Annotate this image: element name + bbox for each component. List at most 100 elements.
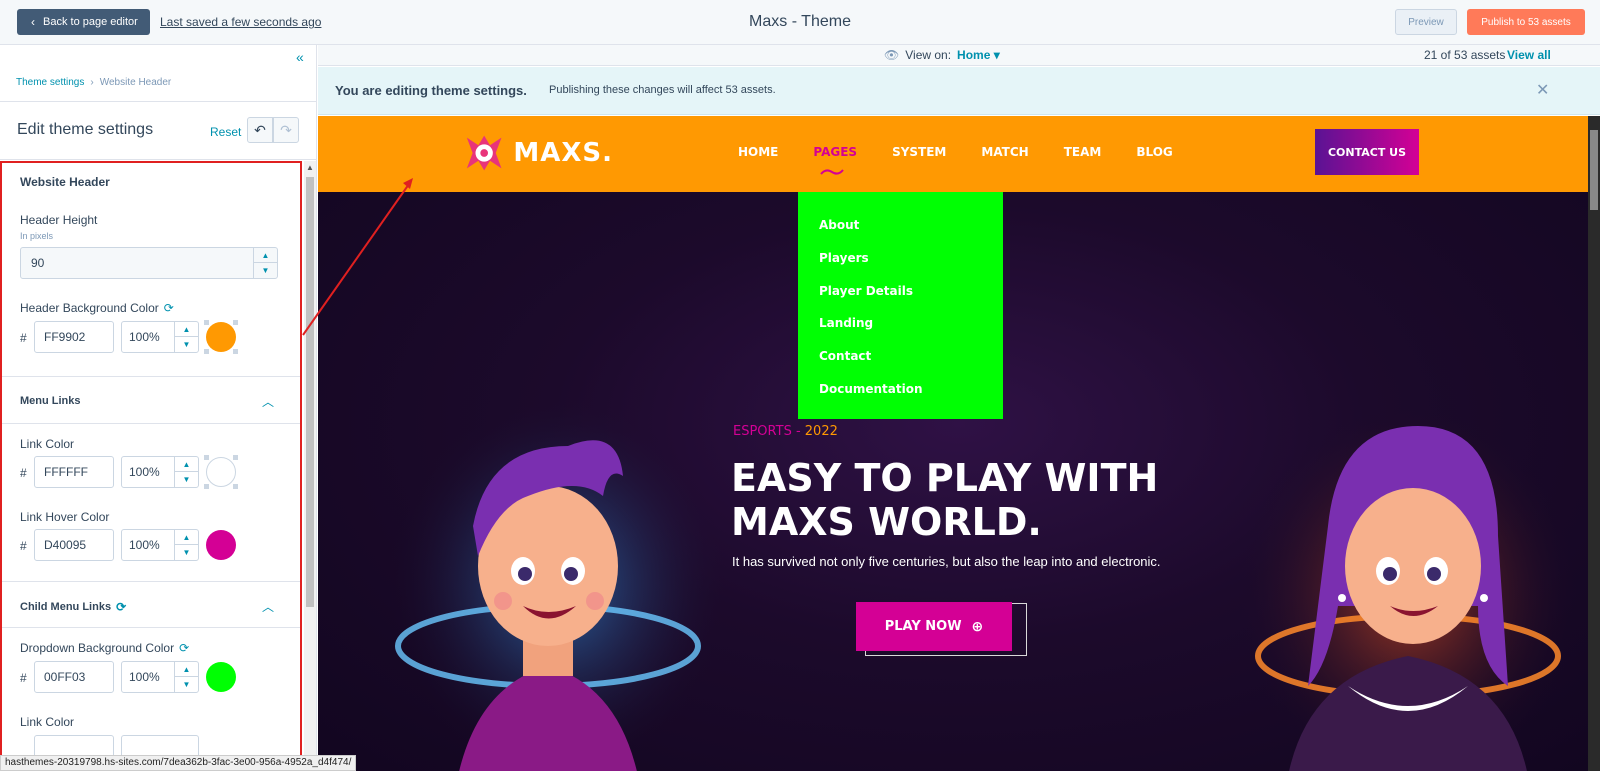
header-height-input[interactable]: 90 ▲ ▼ (20, 247, 278, 279)
esports-label: ESPORTS - (733, 424, 805, 439)
esports-year: 2022 (804, 424, 838, 439)
dropdown-bg-color-label: Dropdown Background Color ⟳ (20, 641, 189, 655)
link-color-hex-input[interactable]: FFFFFF (34, 456, 114, 488)
chevron-down-icon[interactable]: ▼ (175, 677, 198, 692)
settings-panel-highlight: Website Header Header Height In pixels 9… (0, 161, 302, 771)
opacity-stepper[interactable]: ▲ ▼ (174, 662, 198, 692)
nav-item-blog[interactable]: BLOG (1136, 145, 1172, 159)
preview-scroll-thumb[interactable] (1590, 130, 1598, 210)
back-button-label: Back to page editor (43, 16, 138, 28)
chevron-up-icon[interactable]: ▲ (175, 322, 198, 337)
dropdown-item-documentation[interactable]: Documentation (819, 382, 923, 396)
chevron-up-icon[interactable]: ︿ (262, 598, 274, 615)
editing-notice-banner: You are editing theme settings. Publishi… (318, 67, 1600, 115)
swatch-corner (204, 484, 209, 489)
link-hover-hex-input[interactable]: D40095 (34, 529, 114, 561)
preview-button[interactable]: Preview (1395, 9, 1457, 35)
dropdown-item-landing[interactable]: Landing (819, 316, 873, 330)
swatch-corner (204, 320, 209, 325)
undo-icon[interactable]: ↶ (247, 117, 273, 143)
section-title-child-menu-links[interactable]: Child Menu Links ⟳ (20, 600, 126, 614)
breadcrumb-website-header: Website Header (99, 77, 172, 88)
chevron-down-icon[interactable]: ▼ (254, 263, 277, 278)
chevron-down-icon[interactable]: ▼ (175, 472, 198, 487)
view-on-selector[interactable]: 👁 View on: Home ▾ (884, 48, 1000, 62)
link-hover-opacity-input[interactable]: 100% ▲ ▼ (121, 529, 199, 561)
swatch-corner (233, 484, 238, 489)
swatch-corner (204, 455, 209, 460)
active-underline-icon (820, 169, 844, 175)
esports-tagline: ESPORTS - 2022 (733, 424, 838, 439)
hash-symbol: # (20, 539, 27, 553)
play-now-button[interactable]: PLAY NOW ⊕ (856, 602, 1012, 651)
notice-title: You are editing theme settings. (335, 83, 527, 98)
color-circle (206, 662, 236, 692)
dropdown-bg-opacity-input[interactable]: 100% ▲ ▼ (121, 661, 199, 693)
redo-icon[interactable]: ↷ (273, 117, 299, 143)
link-hover-color-swatch[interactable] (204, 528, 238, 562)
nav-item-team[interactable]: TEAM (1064, 145, 1102, 159)
header-bg-hex-input[interactable]: FF9902 (34, 321, 114, 353)
eye-icon: 👁 (884, 48, 900, 62)
hash-symbol: # (20, 466, 27, 480)
sync-icon[interactable]: ⟳ (179, 641, 189, 655)
logo-mark-icon (466, 135, 502, 171)
opacity-stepper[interactable]: ▲ ▼ (174, 457, 198, 487)
child-link-color-label: Link Color (20, 715, 75, 729)
nav-item-pages[interactable]: PAGES (813, 145, 857, 159)
chevron-up-icon[interactable]: ▲ (175, 662, 198, 677)
dropdown-item-about[interactable]: About (819, 218, 859, 232)
chevron-up-icon[interactable]: ︿ (262, 393, 274, 410)
opacity-stepper[interactable]: ▲ ▼ (174, 530, 198, 560)
link-color-swatch[interactable] (204, 455, 238, 489)
back-to-page-editor-button[interactable]: ‹ Back to page editor (17, 9, 150, 35)
chevron-up-icon[interactable]: ▲ (175, 457, 198, 472)
dropdown-item-players[interactable]: Players (819, 251, 869, 265)
swatch-corner (233, 349, 238, 354)
nav-item-match[interactable]: MATCH (981, 145, 1028, 159)
chevron-down-icon[interactable]: ▼ (175, 545, 198, 560)
site-logo[interactable]: MAXS. (463, 128, 613, 178)
section-divider (2, 627, 300, 628)
sync-icon[interactable]: ⟳ (164, 301, 174, 315)
opacity-stepper[interactable]: ▲ ▼ (174, 322, 198, 352)
close-icon[interactable]: ✕ (1536, 80, 1549, 100)
assets-count: 21 of 53 assets (1424, 48, 1506, 62)
sidebar-scrollbar[interactable]: ▲ (304, 161, 316, 771)
section-title-menu-links[interactable]: Menu Links (20, 395, 81, 407)
view-on-dropdown[interactable]: Home ▾ (957, 48, 1000, 62)
link-color-opacity-input[interactable]: 100% ▲ ▼ (121, 456, 199, 488)
dropdown-bg-color-swatch[interactable] (204, 660, 238, 694)
color-circle (206, 530, 236, 560)
header-bg-opacity-input[interactable]: 100% ▲ ▼ (121, 321, 199, 353)
sync-icon[interactable]: ⟳ (116, 600, 126, 614)
nav-item-home[interactable]: HOME (738, 145, 778, 159)
scroll-thumb[interactable] (306, 177, 314, 607)
last-saved-link[interactable]: Last saved a few seconds ago (160, 15, 321, 29)
view-all-link[interactable]: View all (1507, 48, 1551, 62)
dropdown-item-contact[interactable]: Contact (819, 349, 871, 363)
publish-button[interactable]: Publish to 53 assets (1467, 9, 1585, 35)
reset-button[interactable]: Reset (210, 125, 241, 139)
section-title-website-header: Website Header (20, 175, 110, 189)
scroll-up-arrow-icon[interactable]: ▲ (304, 161, 316, 175)
boy-character-illustration (388, 396, 728, 771)
app-title: Maxs - Theme (749, 13, 851, 30)
dropdown-item-player-details[interactable]: Player Details (819, 284, 913, 298)
header-bg-color-swatch[interactable] (204, 320, 238, 354)
breadcrumb: Theme settings › Website Header (16, 77, 171, 88)
header-height-stepper[interactable]: ▲ ▼ (253, 248, 277, 278)
contact-us-button[interactable]: CONTACT US (1315, 129, 1419, 175)
header-bg-color-label-text: Header Background Color (20, 301, 159, 315)
chevron-down-icon[interactable]: ▼ (175, 337, 198, 352)
arrow-up-circle-icon: ⊕ (971, 618, 984, 635)
dropdown-bg-hex-input[interactable]: 00FF03 (34, 661, 114, 693)
breadcrumb-theme-settings[interactable]: Theme settings (16, 77, 84, 88)
preview-scrollbar[interactable] (1588, 116, 1600, 771)
chevron-up-icon[interactable]: ▲ (175, 530, 198, 545)
chevron-up-icon[interactable]: ▲ (254, 248, 277, 263)
dropdown-bg-opacity-value: 100% (129, 670, 160, 684)
nav-item-system[interactable]: SYSTEM (892, 145, 946, 159)
collapse-sidebar-icon[interactable]: « (296, 49, 304, 65)
swatch-corner (233, 320, 238, 325)
